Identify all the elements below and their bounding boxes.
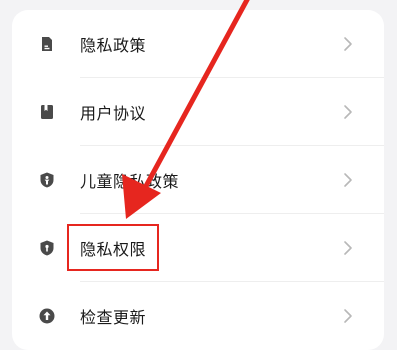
- settings-card: 隐私政策 用户协议 儿童隐私政策 隐私权限 检查更新: [12, 10, 384, 350]
- chevron-right-icon: [342, 240, 354, 256]
- document-icon: [39, 36, 55, 52]
- menu-item-label: 儿童隐私政策: [80, 172, 180, 191]
- menu-item-check-updates[interactable]: 检查更新: [12, 282, 384, 350]
- agreement-icon: [39, 104, 55, 120]
- chevron-right-icon: [342, 172, 354, 188]
- chevron-right-icon: [342, 104, 354, 120]
- menu-item-user-agreement[interactable]: 用户协议: [12, 78, 384, 146]
- shield-icon: [39, 240, 55, 256]
- child-icon: [39, 172, 55, 188]
- chevron-right-icon: [342, 36, 354, 52]
- menu-item-label: 检查更新: [80, 308, 147, 327]
- upgrade-icon: [39, 308, 55, 324]
- menu-item-privacy-policy[interactable]: 隐私政策: [12, 10, 384, 78]
- menu-item-label: 用户协议: [80, 104, 147, 123]
- menu-item-label: 隐私政策: [80, 36, 147, 55]
- chevron-right-icon: [342, 308, 354, 324]
- menu-item-children-privacy-policy[interactable]: 儿童隐私政策: [12, 146, 384, 214]
- highlight-box: [67, 224, 159, 271]
